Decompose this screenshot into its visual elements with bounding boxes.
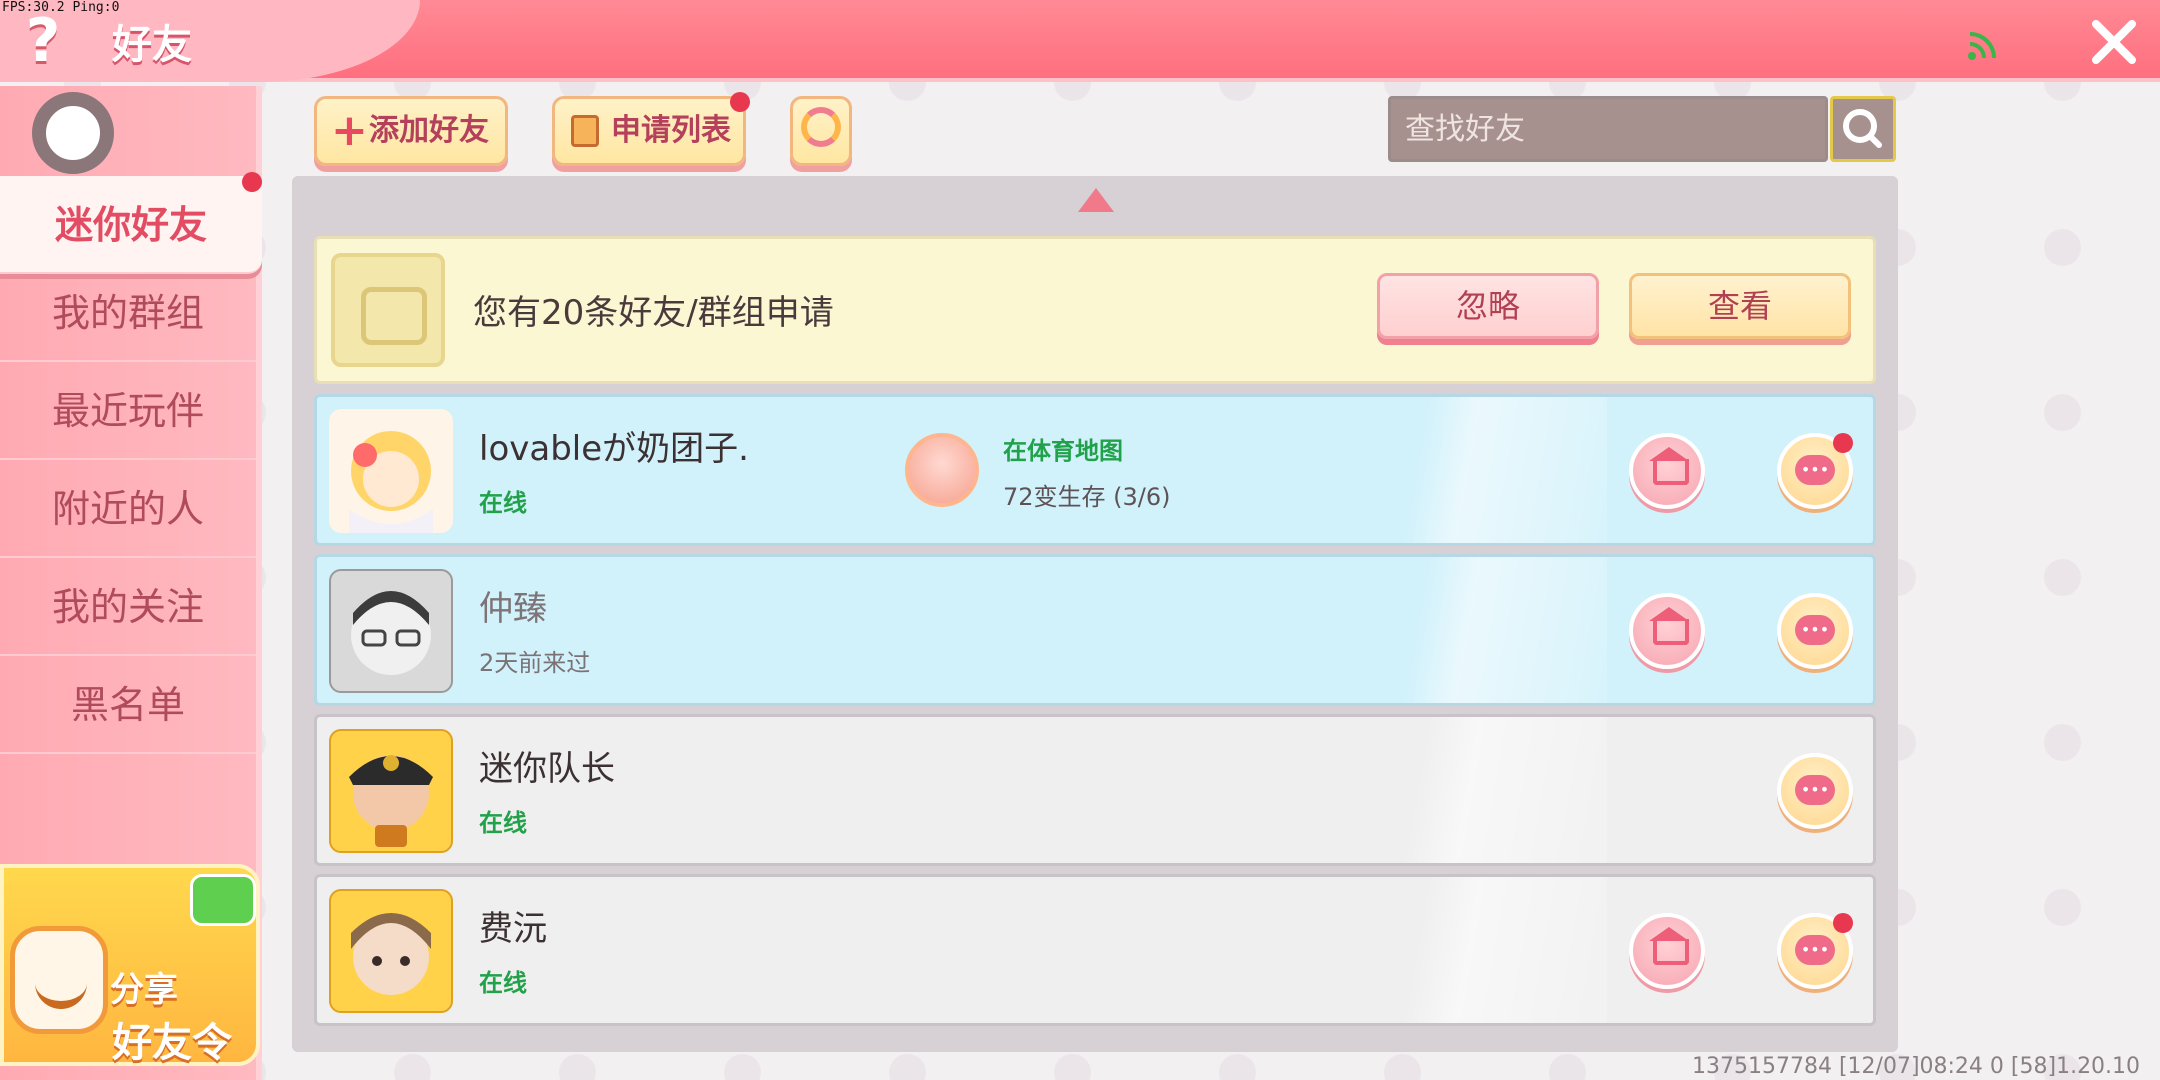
unread-dot	[730, 92, 750, 112]
row-shine	[1377, 397, 1607, 543]
chat-button[interactable]	[1777, 753, 1853, 829]
fps-readout: FPS:30.2 Ping:0	[2, 0, 120, 15]
view-button[interactable]: 查看	[1629, 273, 1851, 339]
share-friend-code-button[interactable]: 分享 好友令	[0, 864, 260, 1066]
version-info: 1375157784 [12/07]08:24 0 [58]1.20.10	[1692, 1054, 2141, 1079]
row-shine	[1377, 877, 1607, 1023]
friend-status: 在线	[479, 809, 527, 837]
friend-avatar[interactable]	[329, 569, 453, 693]
friend-name: 迷你队长	[479, 749, 615, 789]
friend-name: 仲臻	[479, 589, 547, 629]
list-icon	[571, 115, 599, 147]
search-button[interactable]	[1830, 96, 1896, 162]
unread-dot	[1833, 433, 1853, 453]
search-box	[1388, 96, 1828, 162]
question-icon[interactable]: ?	[18, 8, 68, 74]
friend-avatar[interactable]	[329, 409, 453, 533]
sidebar-item-nearby[interactable]: 附近的人	[0, 460, 256, 558]
row-shine	[1377, 557, 1607, 703]
refresh-button[interactable]	[790, 96, 852, 166]
wechat-icon	[190, 874, 256, 926]
friend-row[interactable]: lovableが奶团子. 在线 在体育地图 72变生存 (3/6)	[314, 394, 1876, 546]
friend-row[interactable]: 仲臻 2天前来过	[314, 554, 1876, 706]
search-icon	[1843, 109, 1882, 148]
unread-dot	[242, 172, 262, 192]
ignore-button[interactable]: 忽略	[1377, 273, 1599, 339]
add-friend-label: 添加好友	[369, 113, 489, 148]
home-button[interactable]	[1629, 593, 1705, 669]
home-button[interactable]	[1629, 913, 1705, 989]
share-label: 分享	[110, 970, 178, 1010]
home-button[interactable]	[1629, 433, 1705, 509]
add-friend-button[interactable]: + 添加好友	[314, 96, 508, 166]
title-bar: ? 好友	[0, 0, 2160, 82]
sidebar-item-following[interactable]: 我的关注	[0, 558, 256, 656]
request-notice: 您有20条好友/群组申请 忽略 查看	[314, 236, 1876, 384]
friend-avatar[interactable]	[329, 889, 453, 1013]
avatar[interactable]	[32, 92, 114, 174]
friend-name: 费沅	[479, 909, 547, 949]
friend-row[interactable]: 费沅 在线	[314, 874, 1876, 1026]
close-icon[interactable]	[2088, 18, 2140, 66]
notice-text: 您有20条好友/群组申请	[473, 293, 834, 333]
page-title: 好友	[112, 22, 192, 68]
scroll-up-icon[interactable]	[1078, 188, 1114, 212]
apply-list-label: 申请列表	[611, 113, 731, 148]
game-map-icon[interactable]	[905, 433, 979, 507]
apply-list-button[interactable]: 申请列表	[552, 96, 746, 166]
mascot-icon	[10, 926, 108, 1034]
sidebar-item-my-groups[interactable]: 我的群组	[0, 264, 256, 362]
row-shine	[1377, 717, 1607, 863]
friend-status: 2天前来过	[479, 649, 591, 677]
sidebar-item-recent-players[interactable]: 最近玩伴	[0, 362, 256, 460]
friend-code-label: 好友令	[112, 1020, 232, 1066]
signal-icon	[1968, 32, 1996, 60]
search-input[interactable]	[1391, 99, 1765, 159]
refresh-icon	[801, 107, 841, 147]
unread-dot	[1833, 913, 1853, 933]
sidebar-item-blacklist[interactable]: 黑名单	[0, 656, 256, 754]
friend-status: 在线	[479, 489, 527, 517]
friend-name: lovableが奶团子.	[479, 429, 749, 469]
friend-avatar[interactable]	[329, 729, 453, 853]
mailbox-icon	[331, 253, 445, 367]
plus-icon: +	[331, 105, 368, 156]
game-map-label: 在体育地图	[1003, 437, 1123, 465]
friend-status: 在线	[479, 969, 527, 997]
chat-button[interactable]	[1777, 593, 1853, 669]
friend-row[interactable]: 迷你队长 在线	[314, 714, 1876, 866]
sidebar-item-mini-friends[interactable]: 迷你好友	[0, 176, 262, 274]
game-mode-label: 72变生存 (3/6)	[1003, 483, 1171, 511]
